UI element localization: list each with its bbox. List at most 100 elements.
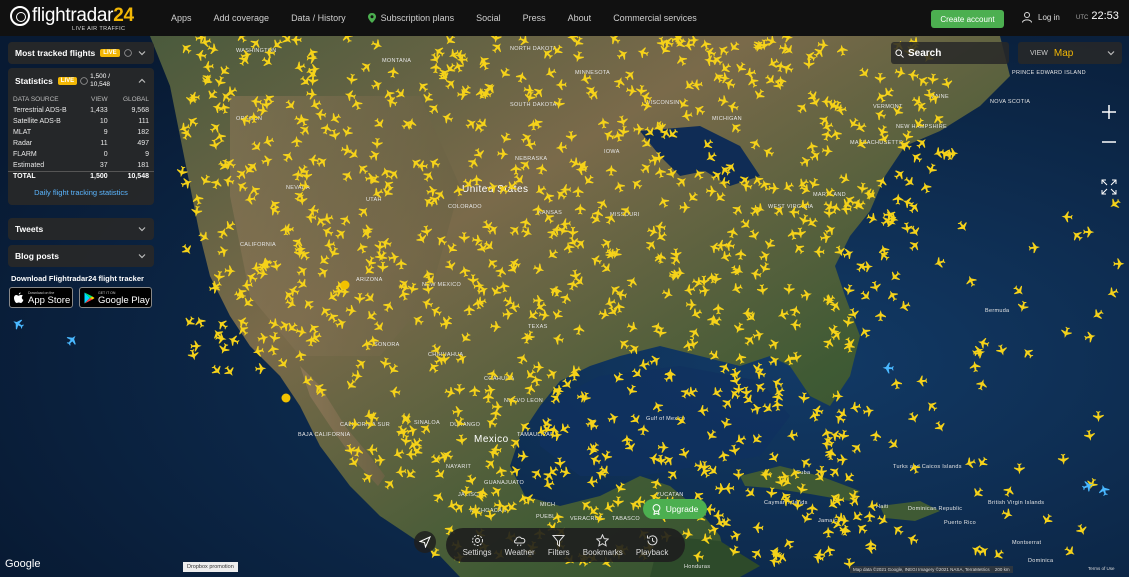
count-view: 1,500 / xyxy=(90,73,111,80)
statistics-count: 1,500 /10,548 xyxy=(90,73,110,89)
nav-data-history[interactable]: Data / History xyxy=(291,13,346,23)
bookmarks-label: Bookmarks xyxy=(582,547,623,557)
table-total-row: TOTAL 1,500 10,548 xyxy=(8,170,154,182)
nav-social[interactable]: Social xyxy=(476,13,501,23)
app-store-big: App Store xyxy=(28,295,71,306)
blog-posts-panel[interactable]: Blog posts xyxy=(8,245,154,267)
help-icon[interactable] xyxy=(123,49,132,57)
most-tracked-title: Most tracked flights xyxy=(15,48,96,58)
source-cell: Radar xyxy=(13,140,33,147)
map-label: Dominica xyxy=(1028,558,1054,564)
google-play-button[interactable]: GET IT ON Google Play xyxy=(79,287,152,308)
upgrade-button[interactable]: Upgrade xyxy=(643,499,707,519)
app-store-button[interactable]: Download on the App Store xyxy=(9,287,73,308)
live-badge: LIVE xyxy=(57,77,78,85)
playback-button[interactable]: Playback xyxy=(636,534,668,557)
map-label: ARIZONA xyxy=(356,277,383,283)
chevron-up-icon[interactable] xyxy=(137,76,147,86)
weather-button[interactable]: Weather xyxy=(505,534,535,557)
map-label: MONTANA xyxy=(382,58,411,64)
nav-press[interactable]: Press xyxy=(523,13,546,23)
fullscreen-button[interactable] xyxy=(1098,176,1120,198)
logo-wordmark: flightradar24 xyxy=(32,5,134,26)
map-label: MICH xyxy=(540,502,555,508)
table-row: FLARM 0 9 xyxy=(8,149,154,160)
map-label: DURANGO xyxy=(450,422,481,428)
bookmarks-button[interactable]: Bookmarks xyxy=(582,533,623,557)
download-title: Download Flightradar24 flight tracker xyxy=(11,274,144,283)
most-tracked-header[interactable]: Most tracked flights LIVE xyxy=(8,42,154,64)
nav-subscription-plans[interactable]: Subscription plans xyxy=(367,13,455,23)
view-cell: 10 xyxy=(99,118,108,125)
scale-text: 200 km xyxy=(994,567,1010,572)
login-button[interactable]: Log in xyxy=(1022,12,1060,23)
blog-posts-header[interactable]: Blog posts xyxy=(8,245,154,267)
google-play-big: Google Play xyxy=(98,295,150,306)
help-icon[interactable] xyxy=(80,77,88,85)
total-view: 1,500 xyxy=(81,170,113,182)
daily-stats-link[interactable]: Daily flight tracking statistics xyxy=(8,182,154,205)
map-label: CALIFORNIA xyxy=(240,242,276,248)
map-label: Honduras xyxy=(684,564,710,570)
live-badge: LIVE xyxy=(100,49,120,57)
chevron-down-icon[interactable] xyxy=(137,48,147,58)
col-data-source: DATA SOURCE xyxy=(13,96,59,103)
filters-button[interactable]: Filters xyxy=(548,534,570,557)
tweets-panel[interactable]: Tweets xyxy=(8,218,154,240)
terms-link[interactable]: Terms of Use xyxy=(1088,566,1115,571)
weather-label: Weather xyxy=(504,547,535,557)
blog-posts-title: Blog posts xyxy=(15,251,59,261)
nav-subscription-plans-label: Subscription plans xyxy=(380,13,455,23)
marker-dot[interactable] xyxy=(340,280,350,290)
global-cell: 497 xyxy=(137,140,149,147)
dropbox-promotion[interactable]: Dropbox promotion xyxy=(183,562,238,572)
map-label: TABASCO xyxy=(612,516,640,522)
google-logo: Google xyxy=(5,558,41,570)
map-label: UTAH xyxy=(366,197,382,203)
badge-icon xyxy=(652,503,661,515)
playback-label: Playback xyxy=(635,547,669,557)
history-icon xyxy=(646,534,658,545)
statistics-header[interactable]: Statistics LIVE 1,500 /10,548 xyxy=(8,68,154,94)
nav-apps[interactable]: Apps xyxy=(171,13,192,23)
map-label: MICHIGAN xyxy=(712,116,742,122)
nav-about[interactable]: About xyxy=(568,13,592,23)
tweets-header[interactable]: Tweets xyxy=(8,218,154,240)
attribution-text: Map data ©2021 Google, INEGI Imagery ©20… xyxy=(853,567,990,572)
top-navbar: flightradar24 LIVE AIR TRAFFIC Apps Add … xyxy=(0,0,1129,36)
zoom-in-button[interactable] xyxy=(1098,101,1120,123)
view-selector[interactable]: VIEW Map xyxy=(1018,42,1122,64)
chevron-down-icon[interactable] xyxy=(137,224,147,234)
map-label: SOUTH DAKOTA xyxy=(510,102,557,108)
search-input[interactable]: Search xyxy=(891,42,1009,64)
weather-icon xyxy=(513,536,525,546)
view-cell: 1,433 xyxy=(90,107,108,114)
view-cell: 11 xyxy=(100,140,108,147)
zoom-out-button[interactable] xyxy=(1098,131,1120,153)
tweets-title: Tweets xyxy=(15,224,44,234)
marker-dot[interactable] xyxy=(281,393,291,403)
map-label: CHIHUAHUA xyxy=(428,352,463,358)
chevron-down-icon[interactable] xyxy=(137,251,147,261)
most-tracked-panel[interactable]: Most tracked flights LIVE xyxy=(8,42,154,64)
settings-button[interactable]: Settings xyxy=(463,534,491,557)
map-label: MASSACHUSETTS xyxy=(850,140,903,146)
map-label: NEBRASKA xyxy=(515,156,547,162)
flightradar24-logo[interactable]: flightradar24 LIVE AIR TRAFFIC xyxy=(8,3,134,33)
map-label: TEXAS xyxy=(528,324,548,330)
main-nav: Apps Add coverage Data / History Subscri… xyxy=(171,0,719,36)
app-root: WASHINGTON MONTANA NORTH DAKOTA MINNESOTA SO… xyxy=(0,0,1129,577)
upgrade-label: Upgrade xyxy=(665,504,699,514)
source-cell: Estimated xyxy=(13,161,45,169)
utc-clock: UTC 22:53 xyxy=(1076,10,1119,22)
radar-logo-icon xyxy=(10,6,30,26)
create-account-button[interactable]: Create account xyxy=(931,10,1004,28)
nav-add-coverage[interactable]: Add coverage xyxy=(214,13,270,23)
map-label: SINALOA xyxy=(414,420,440,426)
map-label: Haiti xyxy=(876,504,889,510)
nav-commercial-services[interactable]: Commercial services xyxy=(613,13,697,23)
locate-me-button[interactable] xyxy=(414,531,436,553)
source-cell: Terrestrial ADS-B xyxy=(13,107,67,114)
map-label: MINNESOTA xyxy=(575,70,610,76)
flight-map[interactable]: WASHINGTONMONTANANORTH DAKOTAMINNESOTASO… xyxy=(0,36,1129,577)
